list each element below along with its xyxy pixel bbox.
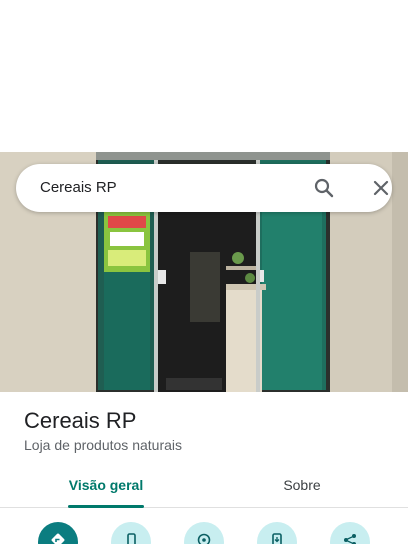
close-icon[interactable] — [369, 176, 393, 200]
tab-about[interactable]: Sobre — [252, 468, 352, 508]
map-area-blank — [0, 0, 408, 152]
place-tabs: Visão geral Sobre — [0, 468, 408, 508]
directions-icon — [51, 533, 65, 544]
save-to-phone-icon — [272, 533, 282, 544]
send-to-phone-button[interactable] — [257, 522, 297, 544]
search-query-text[interactable]: Cereais RP — [40, 164, 117, 212]
share-button[interactable] — [330, 522, 370, 544]
directions-button[interactable] — [38, 522, 78, 544]
search-icon[interactable] — [312, 176, 336, 200]
action-buttons-row — [0, 508, 408, 544]
place-category[interactable]: Loja de produtos naturais — [24, 437, 182, 453]
phone-icon — [127, 533, 136, 544]
tab-overview[interactable]: Visão geral — [52, 468, 160, 508]
location-button[interactable] — [184, 522, 224, 544]
place-name: Cereais RP — [24, 408, 137, 433]
call-button[interactable] — [111, 522, 151, 544]
location-icon — [197, 533, 211, 544]
search-bar[interactable]: Cereais RP — [16, 164, 392, 212]
share-icon — [344, 534, 356, 544]
